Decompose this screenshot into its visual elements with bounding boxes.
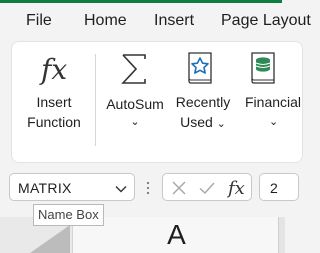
splitter-handle-icon[interactable] [146, 181, 150, 195]
tab-insert[interactable]: Insert [154, 11, 194, 31]
tab-page-layout[interactable]: Page Layout [221, 11, 311, 31]
name-box[interactable]: MATRIX [9, 173, 135, 201]
tab-home[interactable]: Home [84, 11, 127, 31]
column-header-label: A [167, 219, 186, 250]
financial-chevron-icon: ⌄ [269, 116, 279, 128]
recently-used-label-line1: Recently [175, 94, 231, 110]
insert-function-label-line2: Function [27, 114, 81, 130]
recently-used-chevron-icon: ⌄ [216, 118, 226, 130]
insert-function-label-line1: Insert [36, 94, 72, 110]
check-icon[interactable] [198, 180, 216, 196]
star-book-icon [188, 52, 212, 84]
recently-used-label-line2: Used ⌄ [180, 114, 226, 130]
svg-text:fx: fx [227, 178, 245, 199]
recently-used-button[interactable]: Recently Used ⌄ [171, 42, 235, 162]
svg-text:fx: fx [39, 53, 67, 86]
name-box-tooltip: Name Box [33, 204, 104, 226]
formula-input[interactable]: 2 [259, 173, 299, 201]
financial-label: Financial [245, 94, 302, 110]
accent-line [0, 0, 282, 3]
fx-icon: fx [39, 53, 67, 86]
autosum-label: AutoSum [106, 96, 164, 112]
tab-file[interactable]: File [26, 11, 52, 31]
chevron-down-icon[interactable] [114, 182, 128, 196]
financial-button[interactable]: Financial ⌄ [234, 42, 302, 162]
formula-input-value: 2 [270, 180, 278, 196]
sigma-icon [121, 54, 146, 84]
column-header-b[interactable] [278, 217, 285, 253]
name-box-value: MATRIX [18, 180, 72, 196]
coins-book-icon [251, 52, 275, 84]
formula-bar-tools: fx [162, 173, 252, 201]
insert-function-fx-icon[interactable]: fx [227, 177, 251, 199]
ribbon-panel: fx Insert Function AutoSum ⌄ Recently Us… [11, 41, 303, 163]
insert-function-button[interactable]: fx Insert Function [12, 42, 96, 162]
autosum-chevron-icon: ⌄ [130, 116, 140, 128]
ribbon-separator [95, 54, 96, 146]
select-all-triangle-icon [30, 225, 70, 253]
autosum-button[interactable]: AutoSum ⌄ [101, 42, 169, 162]
close-icon[interactable] [171, 180, 187, 196]
